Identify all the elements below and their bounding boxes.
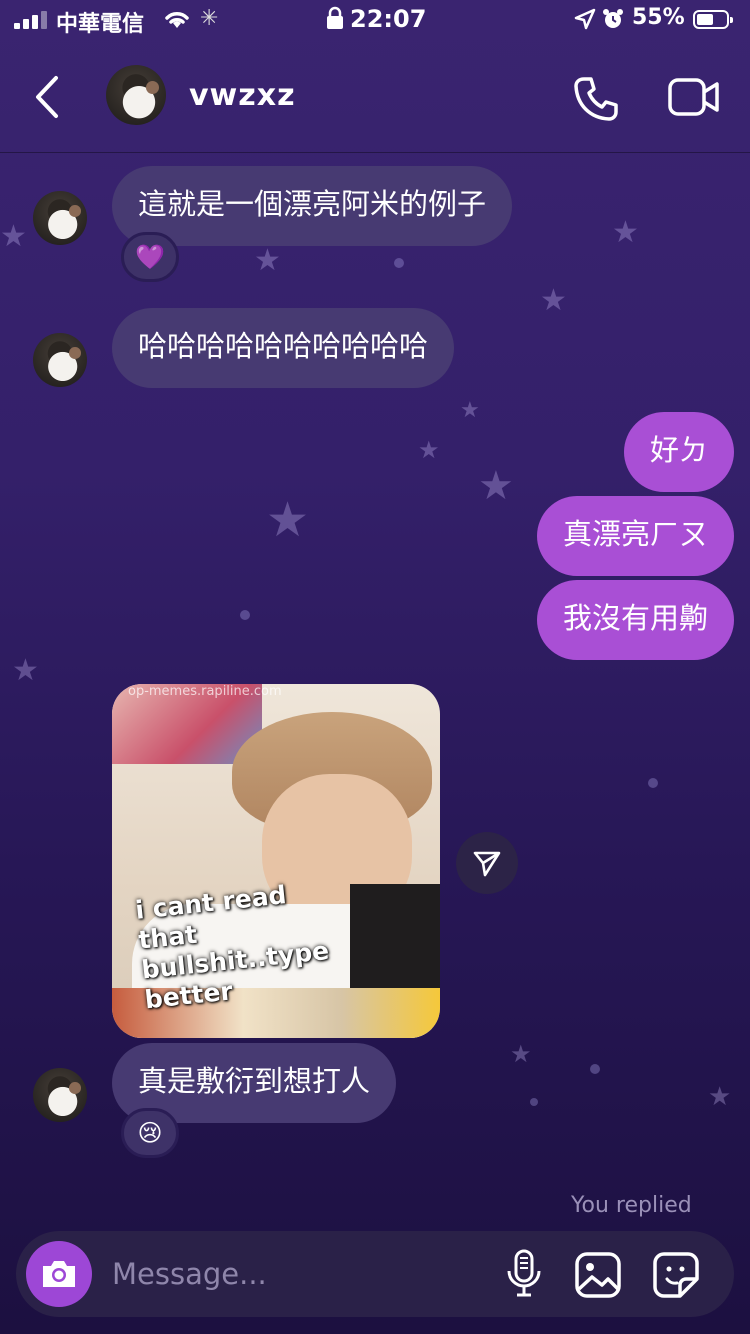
background-dot bbox=[648, 778, 658, 788]
phone-icon bbox=[574, 77, 618, 121]
camera-button[interactable] bbox=[26, 1241, 92, 1307]
photo-jacket bbox=[350, 884, 440, 1004]
send-arrow-icon bbox=[473, 851, 501, 877]
location-arrow-icon bbox=[574, 8, 596, 34]
signal-strength-icon bbox=[14, 11, 47, 29]
message-reaction[interactable]: 😢 bbox=[121, 1108, 179, 1158]
message-composer bbox=[16, 1231, 734, 1317]
message-text: 真漂亮ㄏㄡ bbox=[562, 517, 708, 551]
incoming-message-bubble[interactable]: 這就是一個漂亮阿米的例子 bbox=[112, 166, 513, 246]
message-text: 我沒有用齁 bbox=[562, 601, 708, 635]
video-call-button[interactable] bbox=[668, 77, 720, 121]
camera-icon bbox=[43, 1261, 75, 1287]
sticker-button[interactable] bbox=[652, 1251, 700, 1303]
outgoing-message-bubble[interactable]: 真漂亮ㄏㄡ bbox=[536, 496, 734, 576]
image-gallery-icon bbox=[575, 1252, 621, 1298]
sticker-icon bbox=[653, 1252, 699, 1298]
crying-face-icon: 😢 bbox=[137, 1119, 163, 1147]
contact-avatar[interactable] bbox=[106, 65, 166, 125]
share-button[interactable] bbox=[456, 832, 518, 894]
battery-icon bbox=[693, 10, 733, 29]
shared-meme-image[interactable]: op-memes.rapiline.com i cant read that b… bbox=[112, 684, 440, 1038]
chevron-left-icon bbox=[36, 76, 58, 118]
outgoing-message-bubble[interactable]: 我沒有用齁 bbox=[536, 580, 734, 660]
background-star: ★ bbox=[540, 283, 567, 318]
sender-avatar[interactable] bbox=[33, 333, 87, 387]
alarm-icon bbox=[602, 8, 624, 34]
loading-spinner-icon: ✳ bbox=[200, 6, 219, 31]
image-watermark: op-memes.rapiline.com bbox=[128, 684, 282, 699]
microphone-button[interactable] bbox=[504, 1249, 544, 1303]
contact-name[interactable]: vwzxz bbox=[189, 78, 296, 113]
message-text: 真是敷衍到想打人 bbox=[138, 1064, 371, 1098]
background-star: ★ bbox=[510, 1040, 532, 1068]
background-star: ★ bbox=[460, 398, 480, 423]
incoming-message-bubble[interactable]: 哈哈哈哈哈哈哈哈哈哈 bbox=[112, 308, 455, 388]
background-dot bbox=[394, 258, 404, 268]
chat-header: vwzxz bbox=[0, 40, 750, 153]
meme-caption: i cant read that bullshit..type better bbox=[134, 880, 331, 1015]
status-bar: 中華電信 ✳ 22:07 55% bbox=[0, 0, 750, 40]
message-text: 這就是一個漂亮阿米的例子 bbox=[138, 187, 487, 221]
background-star: ★ bbox=[0, 219, 27, 254]
background-dot bbox=[240, 610, 250, 620]
background-star: ★ bbox=[12, 653, 39, 688]
background-star: ★ bbox=[254, 243, 281, 278]
outgoing-message-bubble[interactable]: 好ㄉ bbox=[623, 412, 734, 492]
carrier-name: 中華電信 bbox=[56, 12, 145, 37]
gallery-button[interactable] bbox=[574, 1251, 622, 1303]
sender-avatar[interactable] bbox=[33, 1068, 87, 1122]
purple-heart-icon: 💜 bbox=[135, 243, 165, 271]
background-star: ★ bbox=[478, 463, 514, 509]
battery-percentage: 55% bbox=[632, 5, 685, 30]
background-star: ★ bbox=[418, 436, 440, 464]
background-star: ★ bbox=[708, 1082, 732, 1112]
voice-call-button[interactable] bbox=[572, 75, 620, 127]
reply-status-label: You replied bbox=[571, 1193, 692, 1218]
background-dot bbox=[530, 1098, 538, 1106]
clock-time: 22:07 bbox=[350, 5, 427, 33]
background-dot bbox=[590, 1064, 600, 1074]
back-button[interactable] bbox=[30, 74, 66, 120]
background-star: ★ bbox=[266, 492, 310, 548]
message-input[interactable] bbox=[112, 1253, 492, 1295]
wifi-icon bbox=[162, 8, 192, 34]
message-text: 哈哈哈哈哈哈哈哈哈哈 bbox=[138, 329, 429, 363]
microphone-icon bbox=[507, 1249, 541, 1297]
message-reaction[interactable]: 💜 bbox=[121, 232, 179, 282]
orientation-lock-icon bbox=[326, 6, 344, 34]
sender-avatar[interactable] bbox=[33, 191, 87, 245]
background-star: ★ bbox=[612, 215, 639, 250]
message-text: 好ㄉ bbox=[649, 433, 708, 467]
video-camera-icon bbox=[668, 78, 719, 116]
